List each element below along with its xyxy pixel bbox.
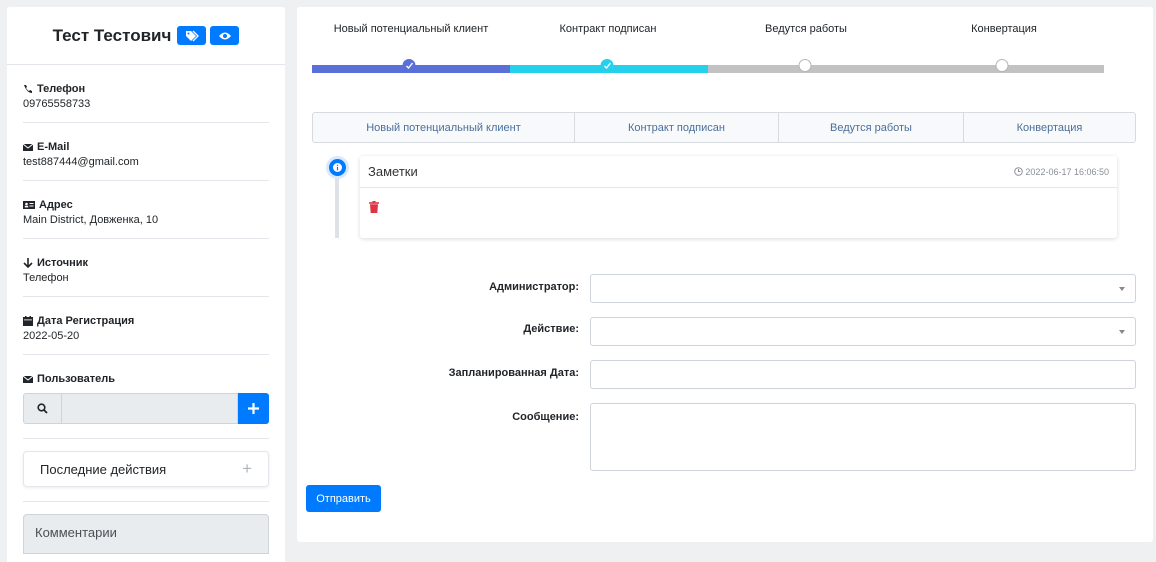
phone-section: Телефон 09765558733 — [23, 65, 269, 123]
plus-icon — [248, 403, 259, 414]
envelope-icon — [23, 375, 33, 383]
tab-new-lead[interactable]: Новый потенциальный клиент — [313, 113, 575, 142]
main-panel: Новый потенциальный клиент Контракт подп… — [297, 7, 1153, 542]
step-dot-4[interactable] — [995, 59, 1009, 72]
admin-select[interactable] — [590, 274, 1136, 303]
timeline-line — [335, 172, 339, 238]
registration-value: 2022-05-20 — [23, 330, 80, 342]
search-icon — [37, 403, 48, 414]
action-label: Действие: — [523, 323, 579, 335]
registration-section: Дата Регистрация 2022-05-20 — [23, 297, 269, 355]
source-label: Источник — [37, 257, 89, 269]
message-textarea[interactable] — [590, 403, 1136, 471]
eye-icon — [218, 32, 231, 39]
source-value: Телефон — [23, 272, 69, 284]
phone-label: Телефон — [37, 83, 86, 95]
step-bar-remaining — [708, 65, 1104, 73]
email-section: E-Mail test887444@gmail.com — [23, 123, 269, 181]
note-title: Заметки — [368, 164, 418, 179]
step-label-2: Контракт подписан — [559, 23, 657, 35]
user-search — [23, 393, 269, 424]
clock-icon — [1014, 167, 1024, 176]
caret-down-icon — [1119, 329, 1125, 334]
step-dot-2[interactable] — [600, 59, 614, 72]
info-icon — [333, 163, 342, 172]
pipeline-progress: Новый потенциальный клиент Контракт подп… — [312, 7, 1104, 87]
action-select[interactable] — [590, 317, 1136, 346]
user-section: Пользователь — [23, 355, 269, 439]
search-icon-box — [23, 393, 61, 424]
date-label: Запланированная Дата: — [448, 367, 579, 379]
step-label-4: Конвертация — [971, 23, 1037, 35]
tab-work-in-progress[interactable]: Ведутся работы — [779, 113, 964, 142]
phone-icon — [24, 85, 32, 93]
plus-icon: + — [242, 459, 252, 478]
phone-value: 09765558733 — [23, 98, 91, 110]
contact-name: Тест Тестович — [52, 25, 172, 45]
user-search-input[interactable] — [61, 393, 238, 424]
check-icon — [405, 62, 413, 69]
timeline-info-marker — [326, 156, 349, 179]
note-timestamp-text: 2022-06-17 16:06:50 — [1025, 166, 1109, 177]
email-value: test887444@gmail.com — [23, 156, 139, 168]
source-section: Источник Телефон — [23, 239, 269, 297]
step-label-3: Ведутся работы — [765, 23, 847, 35]
recent-actions-label: Последние действия — [40, 461, 167, 477]
check-icon — [603, 62, 611, 69]
recent-actions-toggle[interactable]: Последние действия + — [23, 451, 269, 487]
registration-label: Дата Регистрация — [37, 315, 135, 327]
tab-contract-signed[interactable]: Контракт подписан — [575, 113, 779, 142]
add-user-button[interactable] — [238, 393, 269, 424]
comments-label: Комментарии — [35, 525, 117, 540]
email-label: E-Mail — [37, 141, 70, 153]
tags-button[interactable] — [177, 26, 207, 45]
note-timestamp: 2022-06-17 16:06:50 — [1014, 167, 1109, 177]
step-dot-1[interactable] — [402, 59, 416, 72]
address-card-icon — [23, 201, 35, 209]
contact-header: Тест Тестович — [7, 7, 285, 65]
tags-icon — [185, 30, 199, 41]
contact-panel: Тест Тестович Телефон 09765558733 E-Mail… — [7, 7, 285, 562]
caret-down-icon — [1119, 286, 1125, 291]
scheduled-date-input[interactable] — [590, 360, 1136, 389]
tab-conversion[interactable]: Конвертация — [964, 113, 1135, 142]
step-label-1: Новый потенциальный клиент — [333, 23, 489, 35]
user-label: Пользователь — [37, 373, 116, 385]
arrow-down-icon — [23, 258, 33, 268]
address-value: Main District, Довженка, 10 — [23, 214, 159, 226]
admin-label: Администратор: — [489, 281, 579, 293]
view-button[interactable] — [210, 26, 240, 45]
submit-button[interactable]: Отправить — [306, 485, 381, 512]
stage-tabs: Новый потенциальный клиент Контракт подп… — [312, 112, 1136, 143]
calendar-icon — [23, 316, 33, 326]
address-label: Адрес — [39, 199, 73, 211]
trash-icon[interactable] — [369, 201, 379, 213]
envelope-icon — [23, 143, 33, 151]
step-dot-3[interactable] — [798, 59, 812, 72]
message-label: Сообщение: — [512, 411, 579, 423]
address-section: Адрес Main District, Довженка, 10 — [23, 181, 269, 239]
comments-header[interactable]: Комментарии — [23, 514, 269, 554]
note-card: Заметки 2022-06-17 16:06:50 — [360, 156, 1117, 238]
